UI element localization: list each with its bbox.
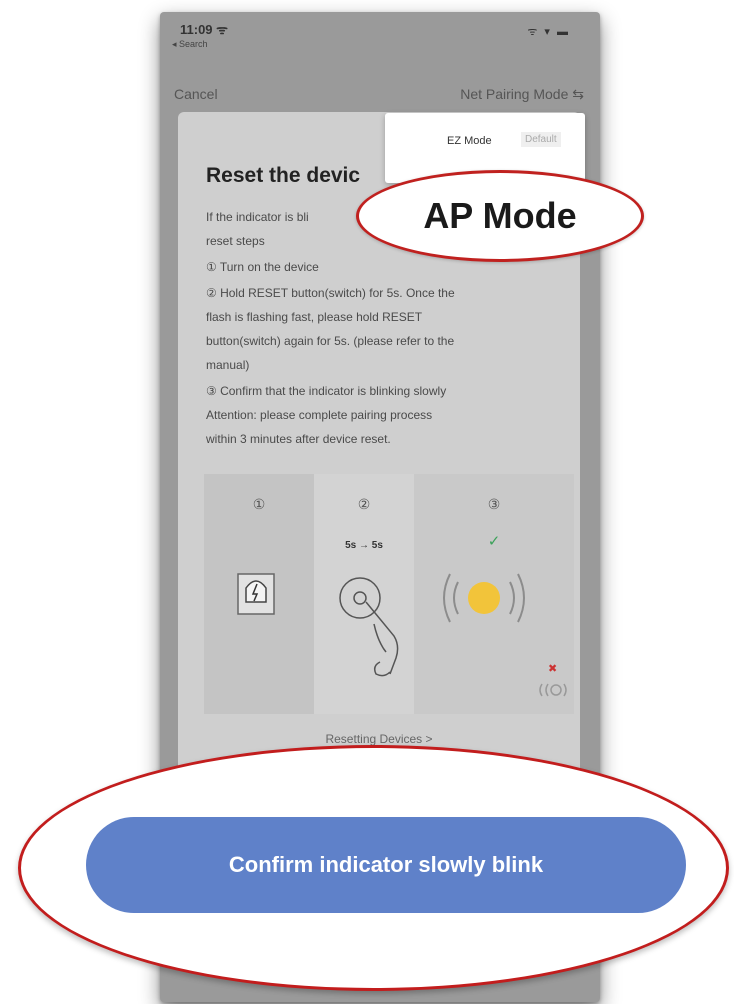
step-1-panel: ① — [204, 474, 314, 714]
ap-mode-option[interactable]: AP Mode — [359, 173, 641, 259]
status-time: 11:09 ᯤ — [180, 22, 229, 37]
instruction-line: ③ Confirm that the indicator is blinking… — [206, 384, 447, 398]
back-to-search-link[interactable]: ◂ Search — [172, 39, 208, 50]
ap-mode-highlight[interactable]: AP Mode — [356, 170, 644, 262]
instruction-line: ② Hold RESET button(switch) for 5s. Once… — [206, 286, 455, 300]
instruction-line: button(switch) again for 5s. (please ref… — [206, 334, 455, 348]
default-badge: Default — [521, 132, 561, 147]
step-2-panel: ② 5s → 5s — [314, 474, 414, 714]
card-title: Reset the devic — [206, 164, 361, 187]
status-icons: ᯤ ▾ ▬ — [527, 26, 570, 38]
ez-mode-option[interactable]: EZ Mode — [447, 135, 492, 147]
net-pairing-mode-button[interactable]: Net Pairing Mode ⇆ — [460, 86, 584, 103]
instruction-line: manual) — [206, 358, 250, 372]
reset-steps-illustration: ① ② 5s → 5s ③ ✓ ✖ — [204, 474, 574, 714]
step-3-panel: ③ ✓ ✖ — [414, 474, 574, 714]
power-plug-icon — [237, 573, 275, 615]
cancel-button[interactable]: Cancel — [174, 86, 218, 102]
instruction-line: flash is flashing fast, please hold RESE… — [206, 310, 423, 324]
press-reset-button-icon — [339, 577, 399, 677]
instruction-line: If the indicator is bli — [206, 210, 309, 224]
blinking-light-icon — [443, 573, 567, 697]
instruction-line: reset steps — [206, 234, 265, 248]
instruction-line: within 3 minutes after device reset. — [206, 432, 391, 446]
instruction-line: ① Turn on the device — [206, 260, 319, 274]
confirm-indicator-button[interactable]: Confirm indicator slowly blink — [86, 817, 686, 913]
instruction-line: Attention: please complete pairing proce… — [206, 408, 433, 422]
cross-icon: ✖ — [548, 663, 558, 675]
status-bar: 11:09 ᯤ ◂ Search ᯤ ▾ ▬ — [160, 12, 600, 52]
resetting-devices-link[interactable]: Resetting Devices > — [178, 732, 580, 746]
